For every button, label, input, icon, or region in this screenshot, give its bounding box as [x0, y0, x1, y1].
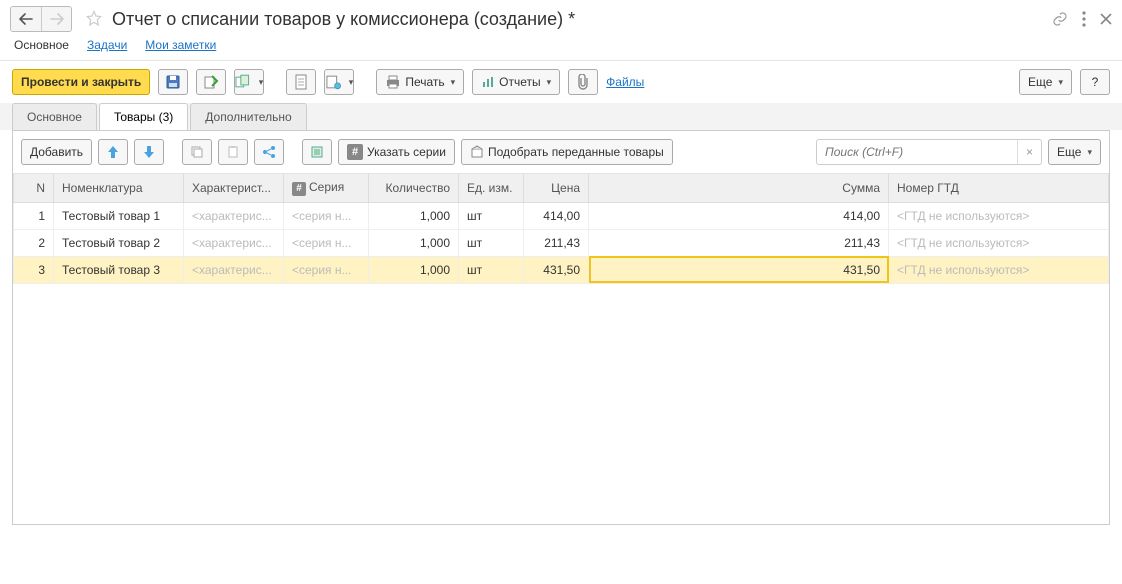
nav-buttons [10, 6, 72, 32]
col-qty[interactable]: Количество [369, 174, 459, 202]
nav-tasks[interactable]: Задачи [87, 38, 127, 52]
paste-button[interactable] [218, 139, 248, 165]
attachment-button[interactable] [568, 69, 598, 95]
save-button[interactable] [158, 69, 188, 95]
share-button[interactable] [254, 139, 284, 165]
table-header-row: N Номенклатура Характерист... #Серия Кол… [14, 174, 1109, 202]
col-sum[interactable]: Сумма [589, 174, 889, 202]
col-gtd[interactable]: Номер ГТД [889, 174, 1109, 202]
col-n[interactable]: N [14, 174, 54, 202]
favorite-star-icon[interactable] [84, 9, 104, 29]
col-characteristic[interactable]: Характерист... [184, 174, 284, 202]
files-link[interactable]: Файлы [606, 75, 644, 89]
active-cell[interactable]: 431,50 [589, 256, 889, 283]
fill-button[interactable] [302, 139, 332, 165]
move-up-button[interactable] [98, 139, 128, 165]
print-button[interactable]: Печать▾ [376, 69, 464, 95]
set-series-button[interactable]: # Указать серии [338, 139, 455, 165]
goods-panel: Добавить # Указать серии [12, 130, 1110, 525]
copy-button[interactable] [182, 139, 212, 165]
forward-button[interactable] [41, 7, 71, 31]
tab-extra[interactable]: Дополнительно [190, 103, 306, 130]
pick-goods-button[interactable]: Подобрать переданные товары [461, 139, 673, 165]
clear-search-icon[interactable]: × [1017, 140, 1041, 164]
table-row[interactable]: 1 Тестовый товар 1 <характерис... <серия… [14, 202, 1109, 229]
col-nomenclature[interactable]: Номенклатура [54, 174, 184, 202]
document-icon-button[interactable] [286, 69, 316, 95]
nav-main[interactable]: Основное [14, 38, 69, 52]
titlebar: Отчет о списании товаров у комиссионера … [0, 0, 1122, 34]
search-box: × [816, 139, 1042, 165]
add-button[interactable]: Добавить [21, 139, 92, 165]
tab-goods[interactable]: Товары (3) [99, 103, 188, 130]
structure-button[interactable]: ▾ [324, 69, 354, 95]
more-button[interactable]: Еще▾ [1019, 69, 1072, 95]
goods-toolbar: Добавить # Указать серии [13, 131, 1109, 174]
goods-more-button[interactable]: Еще▾ [1048, 139, 1101, 165]
move-down-button[interactable] [134, 139, 164, 165]
page-title: Отчет о списании товаров у комиссионера … [112, 9, 575, 30]
post-and-close-button[interactable]: Провести и закрыть [12, 69, 150, 95]
nav-notes[interactable]: Мои заметки [145, 38, 216, 52]
col-uom[interactable]: Ед. изм. [459, 174, 524, 202]
tab-main[interactable]: Основное [12, 103, 97, 130]
reports-button[interactable]: Отчеты▾ [472, 69, 560, 95]
nav-links: Основное Задачи Мои заметки [0, 34, 1122, 61]
col-price[interactable]: Цена [524, 174, 589, 202]
table-row[interactable]: 3 Тестовый товар 3 <характерис... <серия… [14, 256, 1109, 283]
goods-table: N Номенклатура Характерист... #Серия Кол… [13, 174, 1109, 284]
col-series[interactable]: #Серия [284, 174, 369, 202]
back-button[interactable] [11, 7, 41, 31]
search-input[interactable] [817, 145, 1017, 159]
table-row[interactable]: 2 Тестовый товар 2 <характерис... <серия… [14, 229, 1109, 256]
main-toolbar: Провести и закрыть ▾ ▾ Печать▾ Отчеты▾ [0, 61, 1122, 103]
kebab-menu-icon[interactable] [1082, 11, 1086, 27]
create-based-on-button[interactable]: ▾ [234, 69, 264, 95]
close-icon[interactable] [1100, 13, 1112, 25]
post-button[interactable] [196, 69, 226, 95]
link-icon[interactable] [1052, 11, 1068, 27]
help-button[interactable]: ? [1080, 69, 1110, 95]
tabstrip: Основное Товары (3) Дополнительно [0, 103, 1122, 130]
